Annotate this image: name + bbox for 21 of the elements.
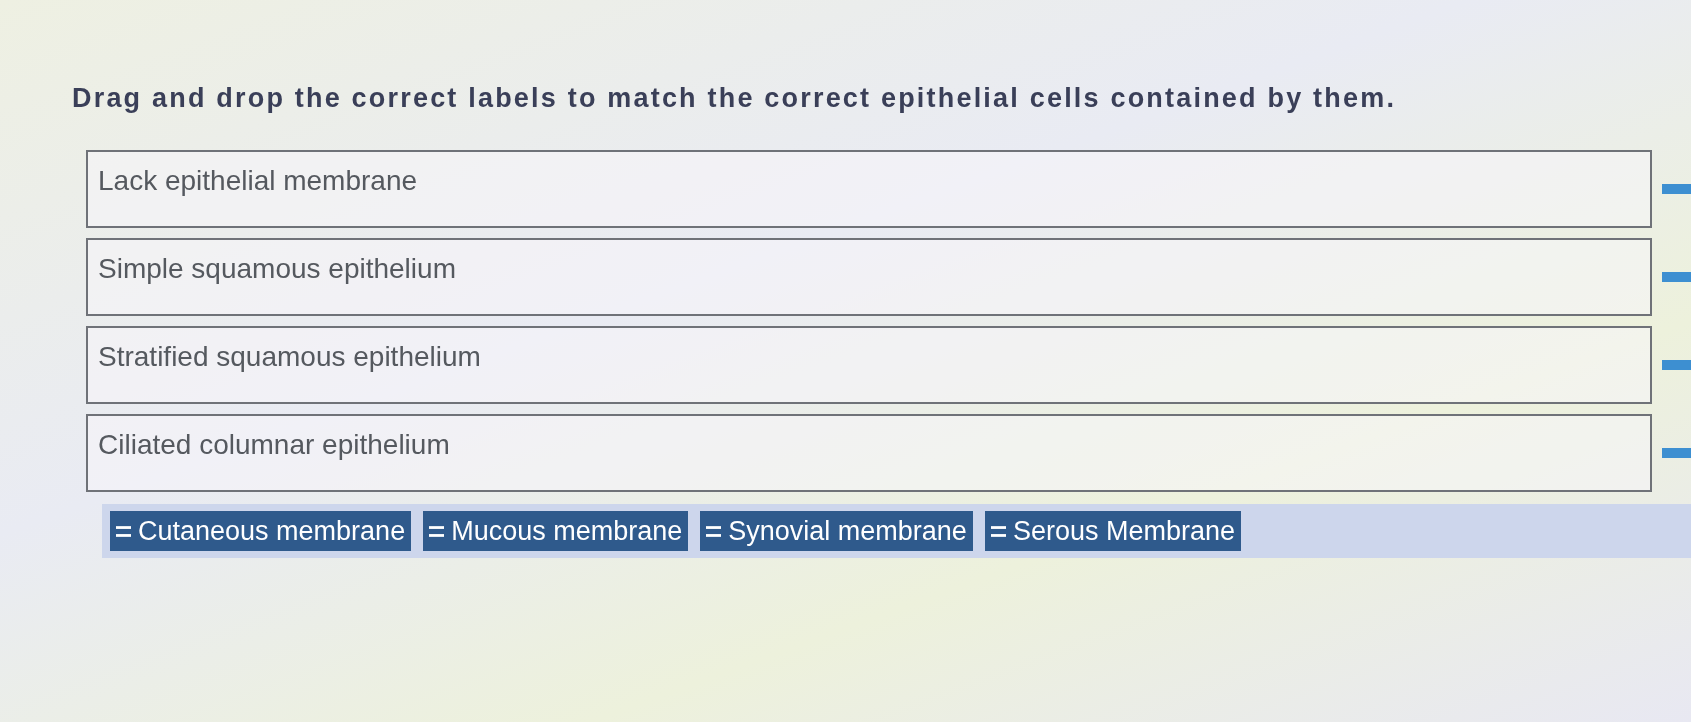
drag-handle-icon (990, 525, 1006, 537)
dash-marker-icon (1662, 448, 1691, 458)
drop-zone[interactable]: Lack epithelial membrane (86, 150, 1652, 228)
zone-label: Lack epithelial membrane (98, 165, 418, 196)
drag-handle-icon (116, 525, 131, 537)
drag-handle-icon (706, 525, 722, 537)
draggable-label[interactable]: Synovial membrane (700, 511, 973, 551)
drop-zone[interactable]: Stratified squamous epithelium (86, 326, 1652, 404)
draggable-label[interactable]: Mucous membrane (423, 511, 689, 551)
zone-label: Ciliated columnar epithelium (98, 429, 450, 460)
draggable-label[interactable]: Cutaneous membrane (110, 511, 412, 551)
question-prompt: Drag and drop the correct labels to match the correct epithelial cells contained by them. (72, 82, 1398, 115)
drop-zone[interactable]: Simple squamous epithelium (86, 238, 1652, 316)
draggable-label[interactable]: Serous Membrane (984, 511, 1241, 551)
drag-handle-icon (429, 525, 445, 537)
zone-label: Simple squamous epithelium (98, 253, 456, 284)
drop-zone[interactable]: Ciliated columnar epithelium (86, 414, 1652, 492)
dash-marker-icon (1662, 272, 1691, 282)
dash-marker-icon (1662, 360, 1691, 370)
dash-marker-icon (1662, 184, 1691, 194)
zone-label: Stratified squamous epithelium (98, 341, 481, 372)
